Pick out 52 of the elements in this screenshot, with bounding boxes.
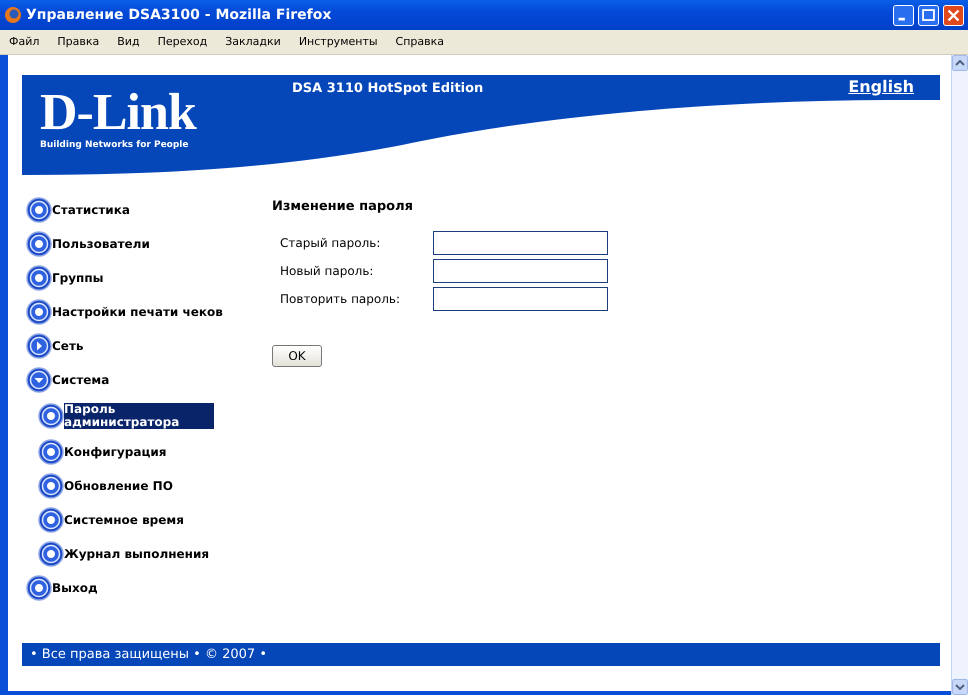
scrollbar[interactable] (951, 55, 968, 695)
bullet-icon[interactable] (26, 231, 52, 257)
browser-icon (4, 6, 22, 24)
menu-item[interactable]: Справка (386, 34, 454, 50)
close-icon[interactable] (943, 4, 964, 26)
nav-link[interactable]: Пользователи (52, 238, 150, 250)
password-field[interactable] (433, 286, 608, 310)
logo-tagline: Building Networks for People (40, 139, 190, 152)
ok-button[interactable]: OK (272, 344, 322, 366)
nav-link[interactable]: Группы (52, 272, 104, 284)
nav-link[interactable]: Системное время (64, 514, 184, 526)
nav-link[interactable]: Выход (52, 582, 98, 594)
menu-item[interactable]: Закладки (216, 34, 290, 50)
menu-item[interactable]: Правка (48, 34, 108, 50)
nav-link[interactable]: Обновление ПО (64, 480, 173, 492)
nav-link[interactable]: Пароль администратора (64, 403, 214, 429)
bullet-icon[interactable] (26, 299, 52, 325)
window-title: Управление DSA3100 - Mozilla Firefox (26, 6, 332, 24)
scroll-up-icon[interactable] (952, 55, 968, 71)
menu-item[interactable]: Переход (148, 34, 216, 50)
logo: D-Link (40, 87, 198, 139)
field-label: Новый пароль: (280, 262, 374, 280)
nav-link[interactable]: Журнал выполнения (64, 548, 210, 560)
bullet-icon[interactable] (26, 575, 52, 601)
password-field[interactable] (433, 258, 608, 282)
bullet-icon[interactable] (38, 403, 64, 429)
password-field[interactable] (433, 230, 608, 254)
language-link[interactable]: English (848, 77, 914, 96)
field-label: Повторить пароль: (280, 290, 402, 308)
minimize-icon[interactable] (893, 4, 914, 26)
nav-link[interactable]: Статистика (52, 204, 130, 216)
nav-link[interactable]: Система (52, 374, 110, 386)
bullet-icon[interactable] (38, 439, 64, 465)
form-title: Изменение пароля (272, 198, 414, 216)
bullet-icon[interactable] (38, 541, 64, 567)
scroll-down-icon[interactable] (952, 679, 968, 695)
expand-icon[interactable] (26, 333, 52, 359)
bullet-icon[interactable] (26, 265, 52, 291)
bullet-icon[interactable] (26, 197, 52, 223)
nav-link[interactable]: Конфигурация (64, 446, 166, 458)
menu-item[interactable]: Вид (108, 34, 149, 50)
collapse-icon[interactable] (26, 367, 52, 393)
copyright-text: • Все права защищены • © 2007 • (30, 646, 268, 664)
product-title: DSA 3110 HotSpot Edition (292, 81, 484, 96)
bullet-icon[interactable] (38, 507, 64, 533)
menu-item[interactable]: Файл (0, 34, 48, 50)
field-label: Старый пароль: (280, 234, 382, 252)
menu-item[interactable]: Инструменты (290, 34, 387, 50)
maximize-icon[interactable] (918, 4, 939, 26)
nav-link[interactable]: Настройки печати чеков (52, 306, 223, 318)
nav-link[interactable]: Сеть (52, 340, 84, 352)
bullet-icon[interactable] (38, 473, 64, 499)
